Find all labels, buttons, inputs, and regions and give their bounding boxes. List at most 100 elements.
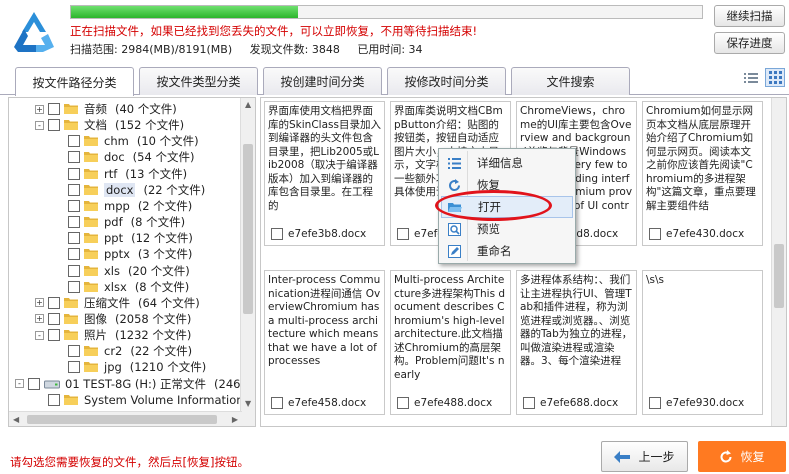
tree-checkbox[interactable] bbox=[48, 119, 60, 132]
file-card[interactable]: Inter-process Communication进程间通信 Overvie… bbox=[264, 270, 385, 415]
file-name: e7efe488.docx bbox=[414, 396, 493, 409]
file-checkbox[interactable] bbox=[271, 396, 283, 409]
scroll-left-icon[interactable]: ◀ bbox=[13, 415, 19, 424]
file-card[interactable]: 多进程体系结构：、我们让主进程执行UI、管理Tab和插件进程，称为浏览进程或浏览… bbox=[516, 270, 637, 415]
tree-checkbox[interactable] bbox=[48, 329, 60, 342]
menu-item-details[interactable]: 详细信息 bbox=[441, 152, 573, 174]
tree-expander-icon[interactable]: + bbox=[35, 298, 44, 308]
continue-scan-button[interactable]: 继续扫描 bbox=[714, 5, 785, 27]
file-checkbox[interactable] bbox=[649, 396, 661, 409]
list-view-icon[interactable] bbox=[741, 68, 761, 87]
file-name: e7efe688.docx bbox=[540, 396, 619, 409]
file-name: e7efe930.docx bbox=[666, 396, 745, 409]
tree-checkbox[interactable] bbox=[68, 280, 80, 293]
refresh-icon bbox=[447, 178, 461, 192]
file-name: e7efe3b8.docx bbox=[288, 227, 367, 240]
tree-row[interactable]: + 图像 (2058 个文件) bbox=[35, 311, 191, 327]
tree-expander-icon[interactable]: - bbox=[35, 330, 44, 340]
tree-checkbox[interactable] bbox=[48, 296, 60, 309]
tree-checkbox[interactable] bbox=[48, 103, 60, 115]
tree-row[interactable]: cr2 (22 个文件) bbox=[55, 343, 192, 359]
tree-item-label: 压缩文件 bbox=[84, 295, 130, 310]
tree-row[interactable]: pdf (8 个文件) bbox=[55, 214, 185, 230]
tree-row[interactable]: pptx (3 个文件) bbox=[55, 246, 192, 262]
preview-icon bbox=[447, 222, 461, 236]
tree-row[interactable]: xls (20 个文件) bbox=[55, 263, 190, 279]
file-card[interactable]: Multi-process Architecture多进程架构This docu… bbox=[390, 270, 511, 415]
file-preview-text: 多进程体系结构：、我们让主进程执行UI、管理Tab和插件进程，称为浏览进程或浏览… bbox=[520, 274, 633, 367]
save-progress-button[interactable]: 保存进度 bbox=[714, 32, 785, 54]
grid-scroll-thumb[interactable] bbox=[774, 244, 784, 308]
file-name: e7efe458.docx bbox=[288, 396, 367, 409]
tree-item-label: rtf bbox=[104, 166, 118, 181]
tab-by-created-time[interactable]: 按创建时间分类 bbox=[263, 67, 382, 95]
arrow-left-icon bbox=[614, 450, 631, 463]
tree-checkbox[interactable] bbox=[68, 167, 80, 180]
file-card[interactable]: \s\s e7efe930.docx bbox=[642, 270, 763, 415]
grid-view-icon[interactable] bbox=[765, 68, 785, 87]
file-checkbox[interactable] bbox=[397, 396, 409, 409]
tree-row[interactable]: System Volume Information( bbox=[35, 392, 255, 408]
tree-expander-icon[interactable]: - bbox=[35, 120, 44, 130]
file-card[interactable]: 界面库使用文档把界面库的SkinClass目录加入到编译器的头文件包含目录里，把… bbox=[264, 101, 385, 246]
file-preview-text: \s\s bbox=[646, 274, 665, 286]
tree-checkbox[interactable] bbox=[48, 393, 60, 406]
scan-status-message: 正在扫描文件，如果已经找到您丢失的文件，可以立即恢复，不用等待扫描结束! bbox=[70, 24, 478, 38]
tree-row[interactable]: + 压缩文件 (64 个文件) bbox=[35, 295, 200, 311]
tree-checkbox[interactable] bbox=[68, 248, 80, 261]
tree-checkbox[interactable] bbox=[68, 232, 80, 245]
grid-vertical-scrollbar[interactable] bbox=[771, 98, 786, 426]
menu-item-rename[interactable]: 重命名 bbox=[441, 240, 573, 262]
folder-icon bbox=[84, 249, 98, 260]
back-button[interactable]: 上一步 bbox=[601, 441, 688, 472]
folder-icon bbox=[64, 313, 78, 324]
tab-by-modified-time[interactable]: 按修改时间分类 bbox=[387, 67, 506, 95]
tree-expander-icon[interactable]: + bbox=[35, 314, 44, 324]
file-card[interactable]: Chromium如何显示网页本文档从底层原理开始介绍了Chromium如何显示网… bbox=[642, 101, 763, 246]
tree-row[interactable]: docx (22 个文件) bbox=[55, 182, 205, 198]
tree-expander-icon[interactable]: + bbox=[35, 104, 44, 114]
tree-horizontal-scrollbar[interactable]: ◀ ▶ bbox=[9, 411, 242, 426]
file-checkbox[interactable] bbox=[397, 227, 409, 240]
tree-row[interactable]: xlsx (8 个文件) bbox=[55, 279, 189, 295]
tree-row[interactable]: rtf (13 个文件) bbox=[55, 166, 187, 182]
tree-checkbox[interactable] bbox=[68, 361, 80, 374]
tree-vertical-scrollbar[interactable]: ▲ ▼ bbox=[240, 98, 255, 426]
scroll-right-icon[interactable]: ▶ bbox=[232, 415, 238, 424]
tree-item-count: (54 个文件) bbox=[132, 150, 195, 165]
menu-item-preview[interactable]: 预览 bbox=[441, 218, 573, 240]
tree-row[interactable]: jpg (1210 个文件) bbox=[55, 359, 206, 375]
tree-expander-icon[interactable]: - bbox=[15, 379, 24, 389]
tab-by-type[interactable]: 按文件类型分类 bbox=[139, 67, 258, 95]
file-checkbox[interactable] bbox=[523, 396, 535, 409]
tree-hscroll-thumb[interactable] bbox=[27, 415, 217, 424]
tree-row[interactable]: - 照片 (1232 个文件) bbox=[35, 327, 191, 343]
tree-checkbox[interactable] bbox=[68, 183, 80, 196]
scroll-up-icon[interactable]: ▲ bbox=[245, 100, 251, 109]
tree-checkbox[interactable] bbox=[68, 199, 80, 212]
scroll-down-icon[interactable]: ▼ bbox=[245, 399, 251, 408]
tree-checkbox[interactable] bbox=[68, 151, 80, 164]
tree-row[interactable]: mpp (2 个文件) bbox=[55, 198, 192, 214]
tree-row[interactable]: chm (10 个文件) bbox=[55, 133, 199, 149]
tree-checkbox[interactable] bbox=[28, 377, 40, 390]
tree-item-label: xlsx bbox=[104, 279, 127, 294]
tree-checkbox[interactable] bbox=[48, 312, 60, 325]
tree-scroll-thumb[interactable] bbox=[243, 144, 253, 314]
tab-file-search[interactable]: 文件搜索 bbox=[511, 67, 630, 95]
tree-row[interactable]: ppt (12 个文件) bbox=[55, 230, 193, 246]
recover-button[interactable]: 恢复 bbox=[698, 441, 786, 472]
tree-checkbox[interactable] bbox=[68, 216, 80, 229]
tab-by-path[interactable]: 按文件路径分类 bbox=[15, 67, 134, 96]
tree-row[interactable]: doc (54 个文件) bbox=[55, 149, 194, 165]
tree-checkbox[interactable] bbox=[68, 135, 80, 148]
tree-row[interactable]: - 文档 (152 个文件) bbox=[35, 117, 184, 133]
file-checkbox[interactable] bbox=[271, 227, 283, 240]
tree-item-label: 文档 bbox=[84, 118, 107, 133]
file-card-footer: e7efe488.docx bbox=[391, 391, 510, 414]
tree-row[interactable]: + 音频 (40 个文件) bbox=[35, 101, 177, 117]
tree-checkbox[interactable] bbox=[68, 345, 80, 358]
tree-checkbox[interactable] bbox=[68, 264, 80, 277]
file-checkbox[interactable] bbox=[649, 227, 661, 240]
tree-row[interactable]: -01 TEST-8G (H:) 正常文件(2465 个 bbox=[15, 376, 255, 392]
